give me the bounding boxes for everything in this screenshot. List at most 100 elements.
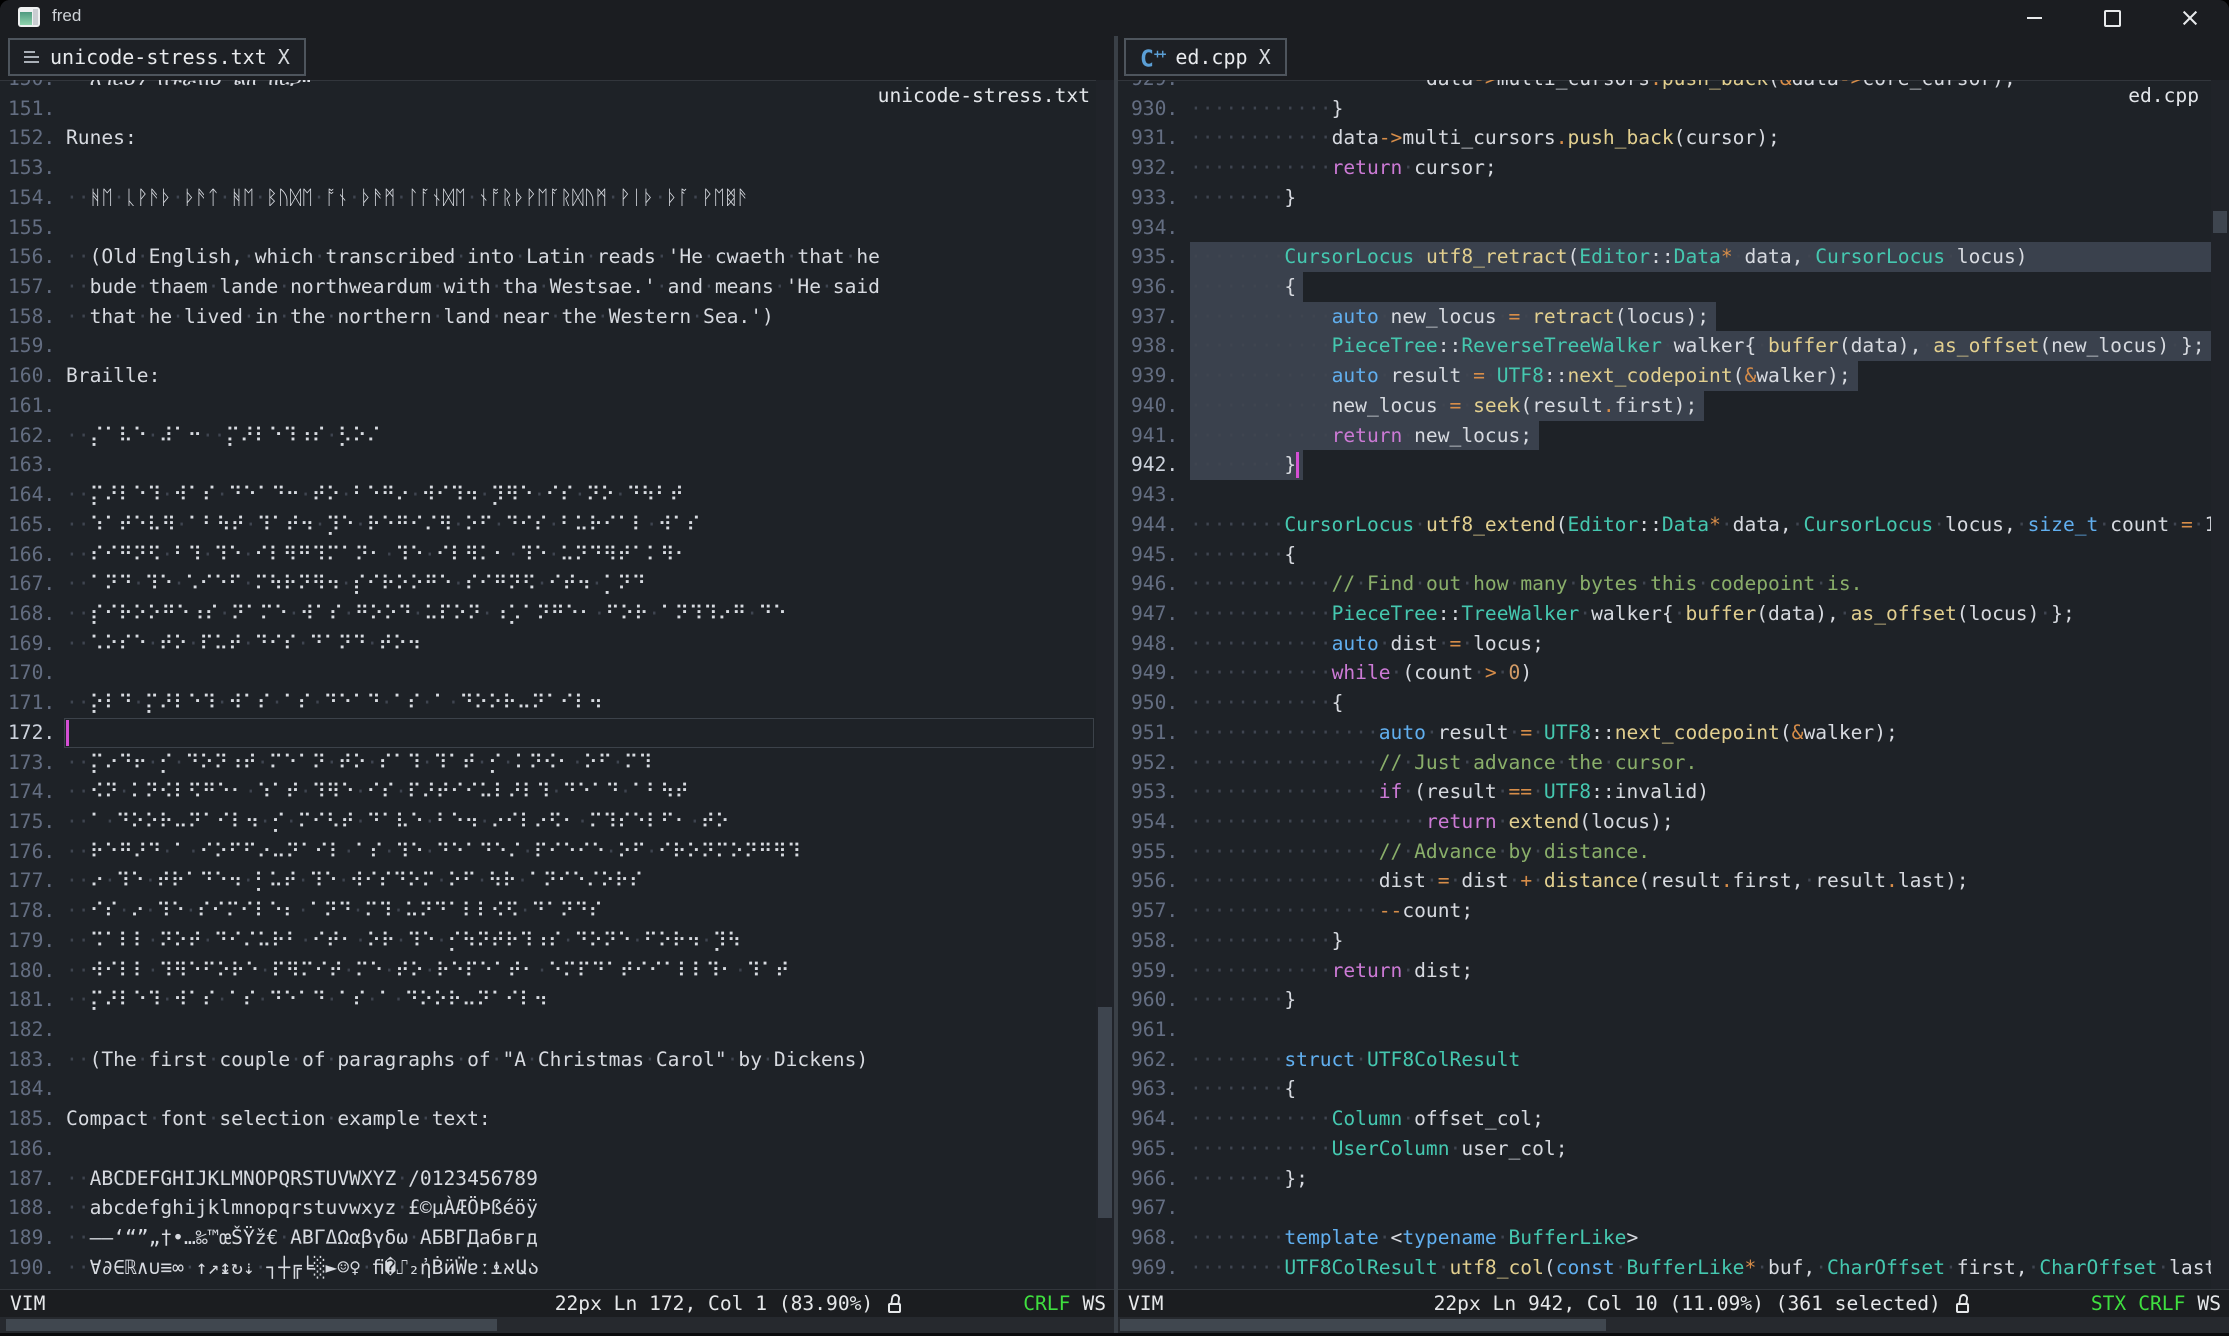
minimize-button[interactable] xyxy=(1995,0,2073,36)
tab-ed-cpp[interactable]: C++ ed.cpp X xyxy=(1124,38,1287,76)
code-line[interactable]: 174.··⠪⠝·⠅⠝⠪⠇⠫⠛⠑⠂·⠱⠁⠞·⠹⠻⠑·⠊⠎·⠏⠜⠞⠊⠊⠥⠇⠜⠇⠹·… xyxy=(0,777,1096,807)
code-line[interactable]: 161. xyxy=(0,391,1096,421)
code-line[interactable]: 160.Braille: xyxy=(0,361,1096,391)
unlock-icon[interactable] xyxy=(1955,1293,1971,1315)
code-line[interactable]: 960.········} xyxy=(1118,985,2211,1015)
close-button[interactable] xyxy=(2151,0,2229,36)
code-line[interactable]: 945.········{ xyxy=(1118,540,2211,570)
code-line[interactable]: 950.············{ xyxy=(1118,688,2211,718)
code-line[interactable]: 937.············auto·new_locus·=·retract… xyxy=(1118,302,2211,332)
code-line[interactable]: 172. xyxy=(0,718,1096,748)
code-line[interactable]: 954.····················return·extend(lo… xyxy=(1118,807,2211,837)
code-line[interactable]: 965.············UserColumn·user_col; xyxy=(1118,1134,2211,1164)
code-line[interactable]: 190.··∀∂∈ℝ∧∪≡∞·↑↗↨↻⇣·┐┼╔╘░►☺♀·ﬁ�⑀₂ἠḂӥẄɐː… xyxy=(0,1253,1096,1283)
tab-close-icon[interactable]: X xyxy=(278,45,290,69)
code-line[interactable]: 177.··⠔·⠹⠑·⠞⠗⠁⠙⠑⠲·⡃⠥⠞·⠹⠑·⠺⠊⠎⠙⠕⠍·⠕⠋·⠳⠗·⠁⠝… xyxy=(0,866,1096,896)
code-line[interactable]: 940.············new_locus·=·seek(result.… xyxy=(1118,391,2211,421)
code-line[interactable]: 166.··⠎⠊⠛⠝⠫·⠃⠹·⠹⠑·⠊⠇⠻⠛⠹⠍⠁⠝⠂·⠹⠑·⠊⠇⠻⠅⠂·⠹⠑·… xyxy=(0,540,1096,570)
code-line[interactable]: 154.··ᚻᛖ·ᚳᚹᚫᚦ·ᚦᚫᛏ·ᚻᛖ·ᛒᚢᛞᛖ·ᚩᚾ·ᚦᚫᛗ·ᛚᚪᚾᛞᛖ·ᚾ… xyxy=(0,183,1096,213)
vertical-scrollbar-right[interactable] xyxy=(2211,80,2229,1289)
code-line[interactable]: 185.Compact·font·selection·example·text: xyxy=(0,1104,1096,1134)
code-line[interactable]: 961. xyxy=(1118,1015,2211,1045)
code-line[interactable]: 164.··⡍⠜⠇⠑⠹·⠺⠁⠎·⠙⠑⠁⠙⠒·⠞⠕·⠃⠑⠛⠔·⠺⠊⠹⠲·⡹⠻⠑·⠊… xyxy=(0,480,1096,510)
code-line[interactable]: 938.············PieceTree::ReverseTreeWa… xyxy=(1118,331,2211,361)
code-line[interactable]: 936.········{ xyxy=(1118,272,2211,302)
code-line[interactable]: 173.··⡍⠔⠙⠖·⡊·⠙⠕⠝⠰⠞·⠍⠑⠁⠝·⠞⠕·⠎⠁⠹·⠹⠁⠞·⡊·⠅⠝⠪… xyxy=(0,748,1096,778)
code-line[interactable]: 171.··⡕⠇⠙·⡍⠜⠇⠑⠹·⠺⠁⠎·⠁⠎·⠙⠑⠁⠙·⠁⠎·⠁·⠙⠕⠕⠗⠤⠝⠁… xyxy=(0,688,1096,718)
code-line[interactable]: 951.················auto·result·=·UTF8::… xyxy=(1118,718,2211,748)
horizontal-scrollbar-thumb[interactable] xyxy=(1120,1319,1606,1331)
code-line[interactable]: 958.············} xyxy=(1118,926,2211,956)
code-line[interactable]: 939.············auto·result·=·UTF8::next… xyxy=(1118,361,2211,391)
vertical-scrollbar-thumb[interactable] xyxy=(1098,1007,1112,1218)
code-line[interactable]: 948.············auto·dist·=·locus; xyxy=(1118,629,2211,659)
code-line[interactable]: 946.············//·Find·out·how·many·byt… xyxy=(1118,569,2211,599)
editor-pane-unicode-stress[interactable]: 150.··እግርህን·በፍራሽህ·ልክ·ዘርጋ።151.152.Runes:1… xyxy=(0,80,1096,1289)
code-line[interactable]: 169.··⠡⠕⠎⠑·⠞⠕·⠏⠥⠞·⠙⠊⠎·⠙⠁⠝⠙·⠞⠕⠲ xyxy=(0,629,1096,659)
horizontal-scrollbar-right[interactable] xyxy=(1118,1317,2229,1333)
code-line[interactable]: 181.··⡍⠜⠇⠑⠹·⠺⠁⠎·⠁⠎·⠙⠑⠁⠙·⠁⠎·⠁·⠙⠕⠕⠗⠤⠝⠁⠊⠇⠲ xyxy=(0,985,1096,1015)
horizontal-scrollbar-thumb[interactable] xyxy=(6,1319,497,1331)
editor-pane-ed-cpp[interactable]: 929.····················data->multi_curs… xyxy=(1118,80,2211,1289)
code-line[interactable]: 957.················--count; xyxy=(1118,896,2211,926)
code-line[interactable]: 933.········} xyxy=(1118,183,2211,213)
code-line[interactable]: 943. xyxy=(1118,480,2211,510)
code-line[interactable]: 930.············} xyxy=(1118,94,2211,124)
code-line[interactable]: 183.··(The·first·couple·of·paragraphs·of… xyxy=(0,1045,1096,1075)
tab-close-icon[interactable]: X xyxy=(1259,45,1271,69)
code-line[interactable]: 163. xyxy=(0,450,1096,480)
code-line[interactable]: 955.················//·Advance·by·distan… xyxy=(1118,837,2211,867)
code-line[interactable]: 179.··⠩⠁⠇⠇·⠝⠕⠞·⠙⠊⠌⠥⠗⠃·⠊⠞⠂·⠕⠗·⠹⠑·⡊⠳⠝⠞⠗⠹⠰⠎… xyxy=(0,926,1096,956)
tab-unicode-stress-txt[interactable]: unicode-stress.txt X xyxy=(8,38,306,76)
code-line[interactable]: 165.··⠱⠁⠞⠑⠧⠻·⠁⠃⠳⠞·⠹⠁⠞⠲·⡹⠑·⠗⠑⠛⠊⠌⠻·⠕⠋·⠙⠊⠎·… xyxy=(0,510,1096,540)
code-line[interactable]: 153. xyxy=(0,153,1096,183)
code-line[interactable]: 934. xyxy=(1118,213,2211,243)
code-line[interactable]: 963.········{ xyxy=(1118,1074,2211,1104)
code-line[interactable]: 176.··⠗⠑⠛⠜⠙·⠁·⠊⠕⠋⠋⠔⠤⠝⠁⠊⠇·⠁⠎·⠹⠑·⠙⠑⠁⠙⠑⠌·⠏⠊… xyxy=(0,837,1096,867)
code-line[interactable]: 152.Runes: xyxy=(0,123,1096,153)
code-line[interactable]: 180.··⠺⠊⠇⠇·⠹⠻⠑⠋⠕⠗⠑·⠏⠻⠍⠊⠞·⠍⠑·⠞⠕·⠗⠑⠏⠑⠁⠞⠂·⠑… xyxy=(0,956,1096,986)
code-line[interactable]: 182. xyxy=(0,1015,1096,1045)
code-line[interactable]: 188.··abcdefghijklmnopqrstuvwxyz·£©µÀÆÖÞ… xyxy=(0,1193,1096,1223)
code-line[interactable]: 942.········} xyxy=(1118,450,2211,480)
horizontal-scrollbar-left[interactable] xyxy=(0,1317,1114,1333)
code-line[interactable]: 175.··⠁·⠙⠕⠕⠗⠤⠝⠁⠊⠇⠲·⡊·⠍⠊⠣⠞·⠙⠁⠧⠑·⠃⠑⠲·⠔⠊⠇⠔⠫… xyxy=(0,807,1096,837)
code-line[interactable]: 187.··ABCDEFGHIJKLMNOPQRSTUVWXYZ·/012345… xyxy=(0,1164,1096,1194)
code-line[interactable]: 935.········CursorLocus·utf8_retract(Edi… xyxy=(1118,242,2211,272)
code-line[interactable]: 155. xyxy=(0,213,1096,243)
code-line[interactable]: 189.··–—‘“”„†•…‰™œŠŸž€·ΑΒΓΔΩαβγδω·АБВГДа… xyxy=(0,1223,1096,1253)
code-line[interactable]: 962.········struct·UTF8ColResult xyxy=(1118,1045,2211,1075)
code-line[interactable]: 964.············Column·offset_col; xyxy=(1118,1104,2211,1134)
code-line[interactable]: 931.············data->multi_cursors.push… xyxy=(1118,123,2211,153)
unlock-icon[interactable] xyxy=(887,1293,903,1315)
code-line[interactable]: 949.············while·(count·>·0) xyxy=(1118,658,2211,688)
vertical-scrollbar-thumb[interactable] xyxy=(2213,211,2227,233)
maximize-button[interactable] xyxy=(2073,0,2151,36)
code-line[interactable]: 156.··(Old·English,·which·transcribed·in… xyxy=(0,242,1096,272)
code-line[interactable]: 952.················//·Just·advance·the·… xyxy=(1118,748,2211,778)
code-line[interactable]: 167.··⠁⠝⠙·⠹⠑·⠡⠊⠑⠋·⠍⠳⠗⠝⠻⠲·⡎⠊⠗⠕⠕⠛⠑·⠎⠊⠛⠝⠫·⠊… xyxy=(0,569,1096,599)
code-line[interactable]: 956.················dist·=·dist·+·distan… xyxy=(1118,866,2211,896)
code-line[interactable]: 944.········CursorLocus·utf8_extend(Edit… xyxy=(1118,510,2211,540)
code-line[interactable]: 953.················if·(result·==·UTF8::… xyxy=(1118,777,2211,807)
code-line[interactable]: 966.········}; xyxy=(1118,1164,2211,1194)
pane-divider[interactable] xyxy=(1114,36,1118,1336)
code-line[interactable]: 168.··⡎⠊⠗⠕⠕⠛⠑⠰⠎·⠝⠁⠍⠑·⠺⠁⠎·⠛⠕⠕⠙·⠥⠏⠕⠝·⠰⡡⠁⠝⠛… xyxy=(0,599,1096,629)
code-line[interactable]: 932.············return·cursor; xyxy=(1118,153,2211,183)
code-line[interactable]: 947.············PieceTree::TreeWalker·wa… xyxy=(1118,599,2211,629)
code-line[interactable]: 929.····················data->multi_curs… xyxy=(1118,80,2211,94)
code-line[interactable]: 968.········template·<typename·BufferLik… xyxy=(1118,1223,2211,1253)
code-line[interactable]: 959.············return·dist; xyxy=(1118,956,2211,986)
code-line[interactable]: 186. xyxy=(0,1134,1096,1164)
code-line[interactable]: 967. xyxy=(1118,1193,2211,1223)
code-line[interactable]: 159. xyxy=(0,331,1096,361)
code-line[interactable]: 184. xyxy=(0,1074,1096,1104)
code-line[interactable]: 178.··⠊⠎·⠔·⠹⠑·⠎⠊⠍⠊⠇⠑⠆·⠁⠝⠙·⠍⠹·⠥⠝⠙⠁⠇⠇⠪⠫·⠙⠁… xyxy=(0,896,1096,926)
code-line[interactable]: 157.··bude·thaem·lande·northweardum·with… xyxy=(0,272,1096,302)
vertical-scrollbar-left[interactable] xyxy=(1096,80,1114,1289)
code-line[interactable]: 162.··⡌⠁⠧⠑·⠼⠁⠒··⡍⠜⠇⠑⠹⠰⠎·⡣⠕⠌ xyxy=(0,421,1096,451)
code-line[interactable]: 969.········UTF8ColResult·utf8_col(const… xyxy=(1118,1253,2211,1283)
code-line[interactable]: 170. xyxy=(0,658,1096,688)
code-line[interactable]: 158.··that·he·lived·in·the·northern·land… xyxy=(0,302,1096,332)
code-line[interactable]: 941.············return·new_locus; xyxy=(1118,421,2211,451)
